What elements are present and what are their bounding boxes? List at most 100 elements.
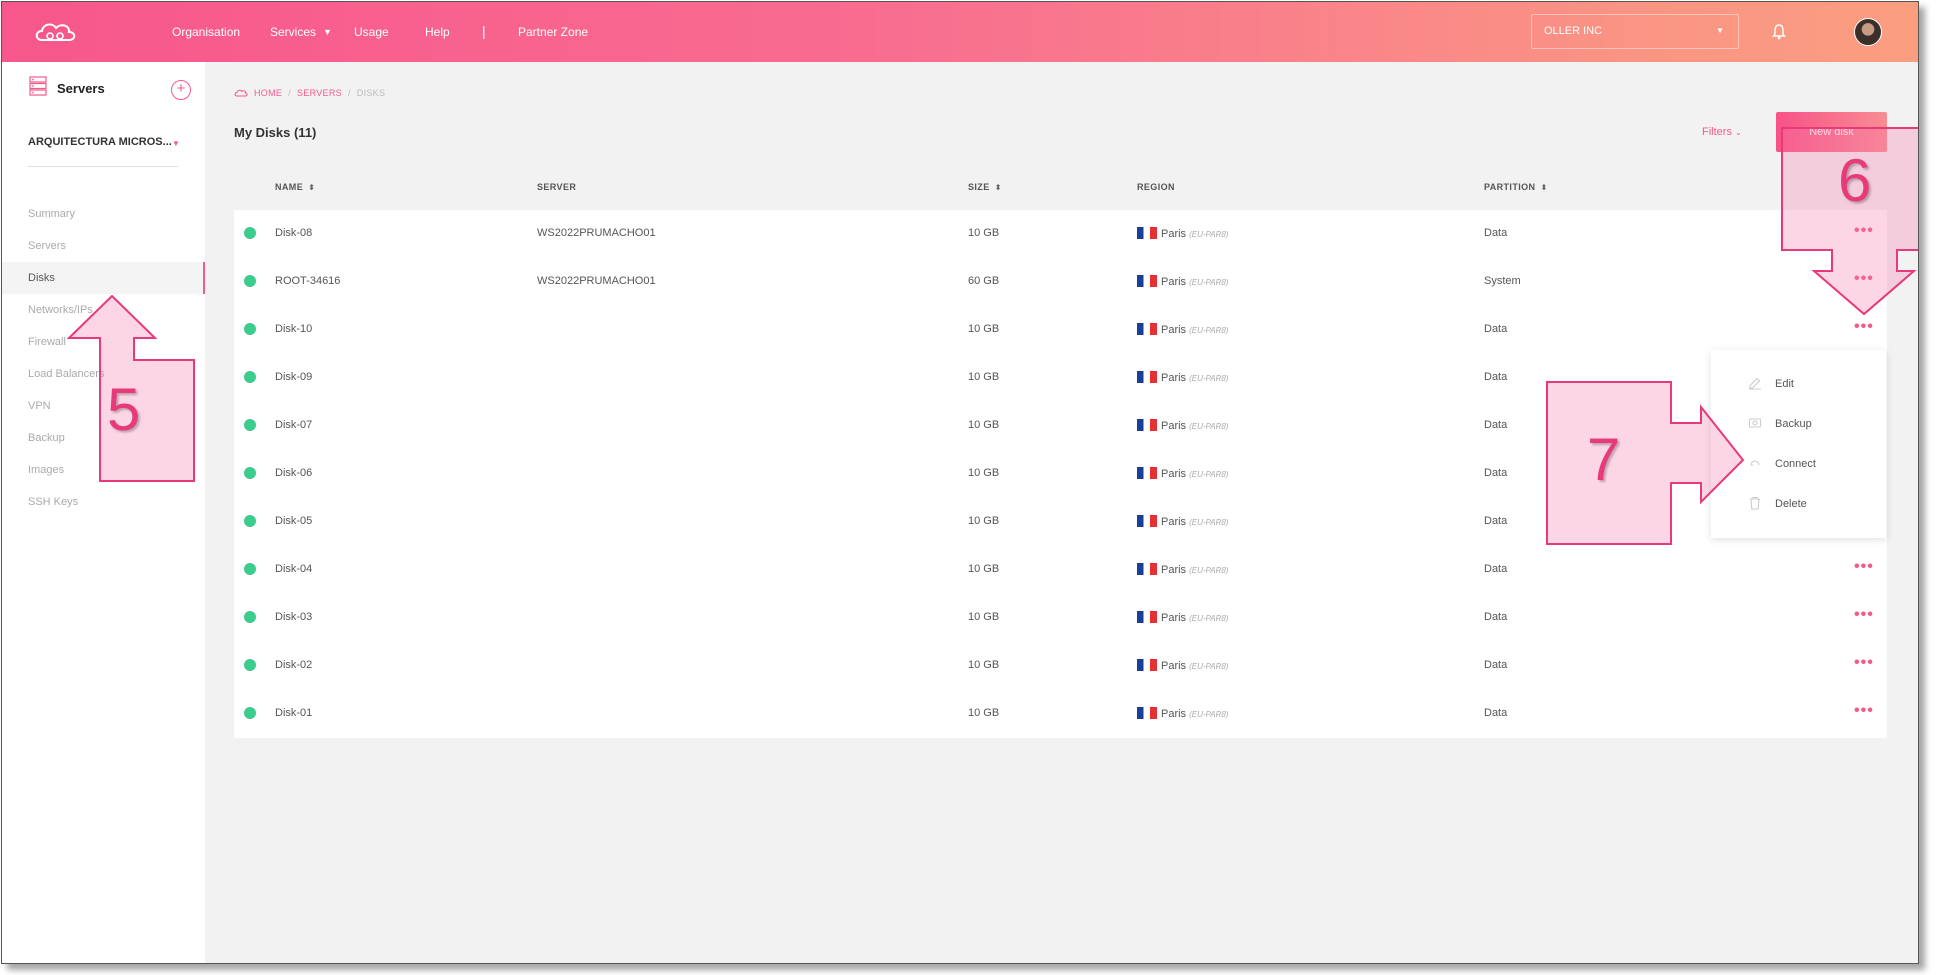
disk-region: Paris (EU-PAR8) [1137, 371, 1228, 384]
table-row[interactable]: Disk-08 WS2022PRUMACHO01 10 GB Paris (EU-… [234, 210, 1887, 258]
nav-partner-zone[interactable]: Partner Zone [518, 25, 588, 39]
status-ok-icon [244, 371, 256, 383]
disk-name[interactable]: Disk-06 [275, 467, 312, 479]
disk-name[interactable]: Disk-05 [275, 515, 312, 527]
breadcrumb-home[interactable]: HOME [254, 88, 282, 98]
disk-partition: Data [1484, 563, 1508, 575]
disk-partition: Data [1484, 659, 1508, 671]
table-row[interactable]: Disk-04 10 GB Paris (EU-PAR8) Data ••• [234, 546, 1887, 594]
connect-icon [1750, 460, 1760, 466]
disk-region: Paris (EU-PAR8) [1137, 611, 1228, 624]
table-row[interactable]: Disk-01 10 GB Paris (EU-PAR8) Data ••• [234, 690, 1887, 738]
nav-usage[interactable]: Usage [354, 25, 389, 39]
sidebar-item-disks[interactable]: Disks [2, 262, 205, 294]
nav-help[interactable]: Help [425, 25, 450, 39]
breadcrumb-servers[interactable]: SERVERS [297, 88, 342, 98]
table-row[interactable]: Disk-02 10 GB Paris (EU-PAR8) Data ••• [234, 642, 1887, 690]
sidebar-item-summary[interactable]: Summary [2, 198, 205, 230]
status-ok-icon [244, 467, 256, 479]
breadcrumb: HOME / SERVERS / DISKS [234, 88, 385, 98]
france-flag-icon [1137, 419, 1157, 431]
disk-region: Paris (EU-PAR8) [1137, 707, 1228, 720]
filters-dropdown[interactable]: Filters ⌄ [1702, 126, 1742, 138]
disk-name[interactable]: Disk-01 [275, 707, 312, 719]
chevron-down-icon[interactable]: ▼ [323, 27, 332, 37]
organisation-select[interactable]: OLLER INC ▼ [1531, 14, 1739, 49]
disk-server: WS2022PRUMACHO01 [537, 275, 656, 287]
region-code: (EU-PAR8) [1189, 230, 1229, 239]
menu-item-label: Backup [1775, 418, 1812, 430]
sidebar: Servers + ARQUITECTURA MICROS... ▼ Summa… [2, 62, 205, 963]
disk-partition: Data [1484, 323, 1508, 335]
disk-name[interactable]: Disk-04 [275, 563, 312, 575]
nav-separator: | [482, 23, 486, 39]
disk-name[interactable]: Disk-08 [275, 227, 312, 239]
add-server-button[interactable]: + [171, 80, 191, 100]
disk-name[interactable]: Disk-02 [275, 659, 312, 671]
chevron-down-icon[interactable]: ▼ [172, 139, 180, 148]
region-code: (EU-PAR8) [1189, 662, 1229, 671]
column-header-partition[interactable]: PARTITION ⬍ [1484, 182, 1548, 192]
user-avatar[interactable] [1854, 18, 1882, 46]
more-actions-button[interactable]: ••• [1854, 606, 1874, 624]
callout-number: 7 [1587, 426, 1621, 493]
france-flag-icon [1137, 227, 1157, 239]
edit-icon [1749, 377, 1761, 390]
sidebar-item-ssh-keys[interactable]: SSH Keys [2, 486, 205, 518]
sort-icon[interactable]: ⬍ [1540, 183, 1547, 192]
disk-partition: Data [1484, 515, 1508, 527]
france-flag-icon [1137, 611, 1157, 623]
more-actions-button[interactable]: ••• [1854, 318, 1874, 336]
region-city: Paris [1161, 660, 1187, 672]
bell-icon[interactable] [1772, 24, 1786, 40]
disk-size: 10 GB [968, 467, 1000, 479]
table-row[interactable]: ROOT-34616 WS2022PRUMACHO01 60 GB Paris(… [234, 258, 1887, 306]
disk-partition: Data [1484, 371, 1508, 383]
project-select[interactable]: ARQUITECTURA MICROS... [28, 136, 172, 148]
chevron-down-icon: ▼ [1716, 26, 1724, 35]
disk-name[interactable]: ROOT-34616 [275, 275, 340, 287]
page-title: My Disks (11) [234, 125, 317, 140]
table-row[interactable]: Disk-10 10 GB Paris (EU-PAR8) Data ••• [234, 306, 1887, 354]
nav-services[interactable]: Services [270, 25, 316, 39]
more-actions-button[interactable]: ••• [1854, 654, 1874, 672]
disk-size: 10 GB [968, 707, 1000, 719]
cloud-logo-icon[interactable] [32, 20, 78, 44]
chevron-down-icon: ⌄ [1735, 128, 1742, 137]
top-bar: Organisation Services ▼ Usage Help | Par… [2, 2, 1918, 62]
server-icon [29, 76, 47, 96]
disk-name[interactable]: Disk-09 [275, 371, 312, 383]
table-row[interactable]: Disk-03 10 GB Paris (EU-PAR8) Data ••• [234, 594, 1887, 642]
filters-label: Filters [1702, 126, 1732, 138]
sort-icon[interactable]: ⬍ [995, 183, 1002, 192]
column-header-size[interactable]: SIZE ⬍ [968, 182, 1002, 192]
more-actions-button[interactable]: ••• [1854, 558, 1874, 576]
callout-arrow-6: 6 [1780, 126, 1918, 316]
sort-icon[interactable]: ⬍ [308, 183, 315, 192]
column-label: NAME [275, 182, 304, 192]
region-city: Paris [1161, 468, 1187, 480]
region-code: (EU-PAR8) [1189, 566, 1229, 575]
disk-partition: Data [1484, 707, 1508, 719]
region-code: (EU-PAR8) [1189, 278, 1229, 287]
status-ok-icon [244, 419, 256, 431]
disk-partition: Data [1484, 611, 1508, 623]
status-ok-icon [244, 323, 256, 335]
more-actions-button[interactable]: ••• [1854, 702, 1874, 720]
column-header-region: REGION [1137, 182, 1175, 192]
sidebar-item-servers[interactable]: Servers [2, 230, 205, 262]
column-label: SIZE [968, 182, 990, 192]
disk-name[interactable]: Disk-03 [275, 611, 312, 623]
cloud-home-icon[interactable] [234, 89, 248, 97]
status-ok-icon [244, 707, 256, 719]
status-ok-icon [244, 611, 256, 623]
callout-arrow-7: 7 [1545, 380, 1747, 546]
nav-organisation[interactable]: Organisation [172, 25, 240, 39]
disk-server: WS2022PRUMACHO01 [537, 227, 656, 239]
disk-region: Paris (EU-PAR8) [1137, 419, 1228, 432]
disk-name[interactable]: Disk-07 [275, 419, 312, 431]
callout-number: 6 [1838, 147, 1872, 214]
disk-name[interactable]: Disk-10 [275, 323, 312, 335]
column-header-name[interactable]: NAME ⬍ [275, 182, 315, 192]
france-flag-icon [1137, 707, 1157, 719]
